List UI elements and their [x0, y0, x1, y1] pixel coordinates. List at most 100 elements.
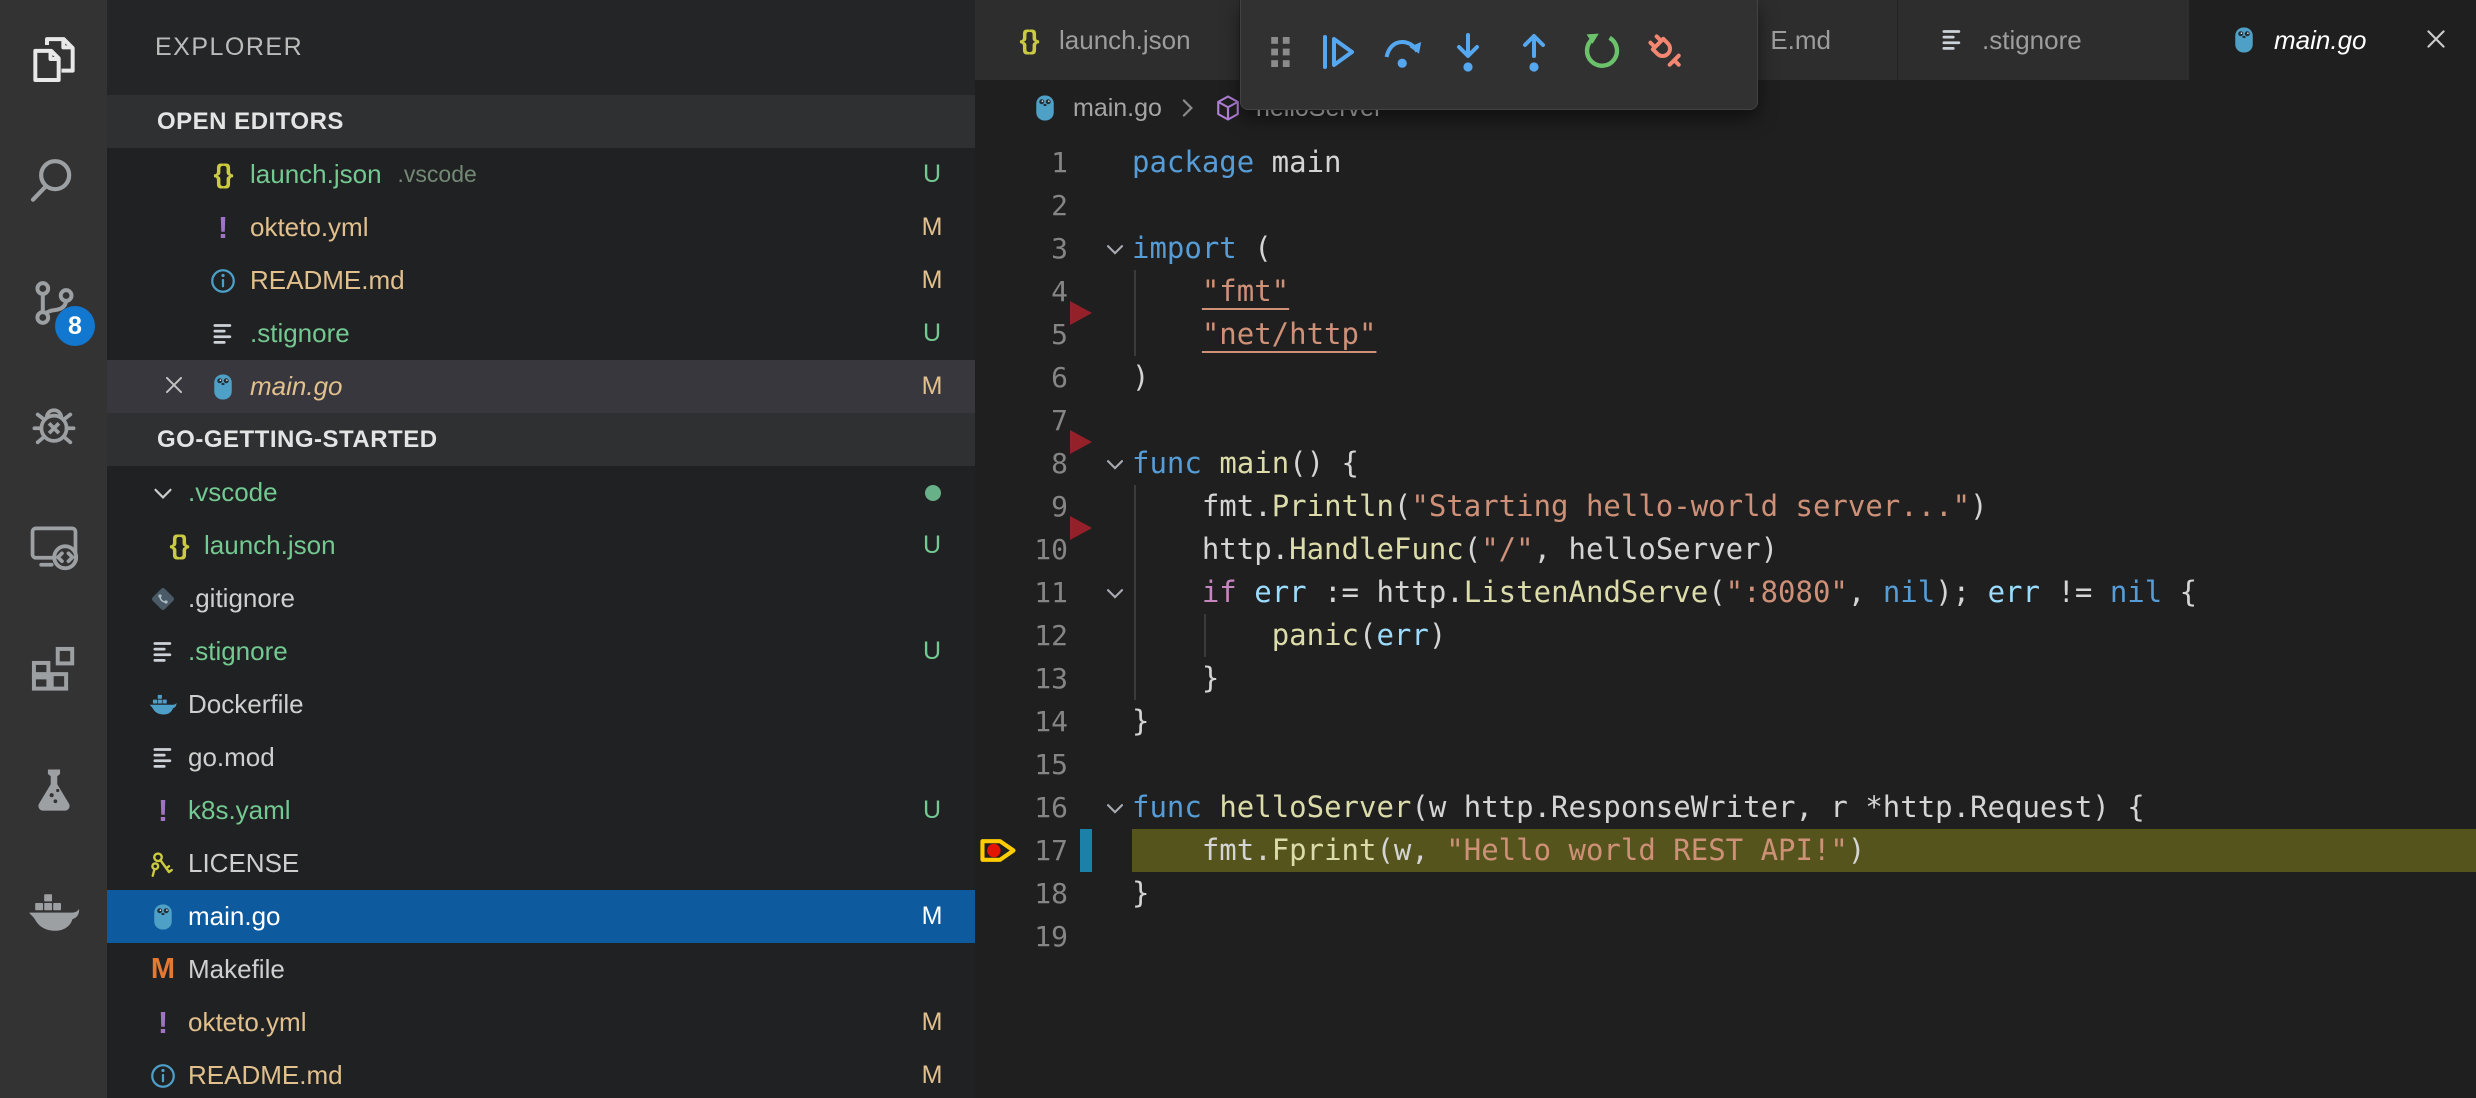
fold-indicator[interactable]: [1098, 786, 1132, 829]
file-icon: {}: [206, 158, 240, 192]
glyph-margin[interactable]: [975, 743, 1023, 786]
tree-item-.vscode[interactable]: .vscode: [107, 466, 975, 519]
tree-item-Makefile[interactable]: MMakefile: [107, 943, 975, 996]
tab-main-go[interactable]: main.go: [2190, 0, 2476, 80]
activity-item-testing[interactable]: [0, 732, 107, 854]
code-line-9[interactable]: 9 fmt.Println("Starting hello-world serv…: [975, 485, 2476, 528]
line-number: 9: [1023, 490, 1068, 523]
code-line-18[interactable]: 18}: [975, 872, 2476, 915]
glyph-margin[interactable]: [975, 141, 1023, 184]
restart-button[interactable]: [1567, 16, 1633, 88]
vscode-window: 8 EXPLORER OPEN EDITORS {}launch.json.vs…: [0, 0, 2476, 1098]
glyph-margin[interactable]: [975, 313, 1023, 356]
glyph-margin[interactable]: [975, 829, 1023, 872]
glyph-margin[interactable]: [975, 485, 1023, 528]
code-line-10[interactable]: 10 http.HandleFunc("/", helloServer): [975, 528, 2476, 571]
step-over-button[interactable]: [1369, 16, 1435, 88]
file-suffix: .vscode: [398, 161, 477, 188]
drag-handle[interactable]: [1257, 16, 1303, 88]
tree-item-README.md[interactable]: README.mdM: [107, 1049, 975, 1098]
fold-indicator[interactable]: [1098, 227, 1132, 270]
code-line-8[interactable]: 8func main() {: [975, 442, 2476, 485]
code-line-12[interactable]: 12 panic(err): [975, 614, 2476, 657]
glyph-margin[interactable]: [975, 657, 1023, 700]
file-icon: [148, 635, 178, 669]
glyph-margin[interactable]: [975, 614, 1023, 657]
close-icon[interactable]: [2422, 25, 2452, 55]
open-editor-.stignore[interactable]: .stignoreU: [107, 307, 975, 360]
glyph-margin[interactable]: [975, 915, 1023, 958]
code-line-15[interactable]: 15: [975, 743, 2476, 786]
git-gutter: [1068, 528, 1098, 571]
tree-item-main.go[interactable]: main.goM: [107, 890, 975, 943]
code-line-11[interactable]: 11 if err := http.ListenAndServe(":8080"…: [975, 571, 2476, 614]
code-token: (w http.ResponseWriter, r *http.Request)…: [1411, 790, 2144, 824]
workspace-header[interactable]: GO-GETTING-STARTED: [107, 413, 975, 466]
glyph-margin[interactable]: [975, 700, 1023, 743]
step-into-button[interactable]: [1435, 16, 1501, 88]
breadcrumb-file[interactable]: main.go: [1073, 94, 1162, 123]
glyph-margin[interactable]: [975, 270, 1023, 313]
glyph-margin[interactable]: [975, 872, 1023, 915]
code-line-2[interactable]: 2: [975, 184, 2476, 227]
file-label: launch.json: [250, 159, 382, 190]
code-line-19[interactable]: 19: [975, 915, 2476, 958]
code-line-5[interactable]: 5 "net/http": [975, 313, 2476, 356]
open-editors-header[interactable]: OPEN EDITORS: [107, 95, 975, 148]
code-line-7[interactable]: 7: [975, 399, 2476, 442]
glyph-margin[interactable]: [975, 442, 1023, 485]
line-number: 3: [1023, 232, 1068, 265]
activity-item-run-and-debug[interactable]: [0, 366, 107, 488]
activity-item-extensions[interactable]: [0, 610, 107, 732]
code-line-3[interactable]: 3import (: [975, 227, 2476, 270]
code-token: "Starting hello-world server...": [1411, 489, 1970, 523]
open-editor-README.md[interactable]: README.mdM: [107, 254, 975, 307]
glyph-margin[interactable]: [975, 184, 1023, 227]
tree-item-go.mod[interactable]: go.mod: [107, 731, 975, 784]
tree-item-.stignore[interactable]: .stignoreU: [107, 625, 975, 678]
fold-indicator[interactable]: [1098, 442, 1132, 485]
code-line-16[interactable]: 16func helloServer(w http.ResponseWriter…: [975, 786, 2476, 829]
file-icon: [148, 582, 178, 616]
glyph-margin[interactable]: [975, 528, 1023, 571]
glyph-margin[interactable]: [975, 571, 1023, 614]
continue-button[interactable]: [1303, 16, 1369, 88]
glyph-margin[interactable]: [975, 399, 1023, 442]
tree-item-Dockerfile[interactable]: Dockerfile: [107, 678, 975, 731]
tab-stignore[interactable]: .stignore: [1898, 0, 2190, 80]
tree-item-launch.json[interactable]: {}launch.jsonU: [107, 519, 975, 572]
activity-item-explorer[interactable]: [0, 0, 107, 122]
git-gutter: [1068, 614, 1098, 657]
activity-item-remote-explorer[interactable]: [0, 488, 107, 610]
code-line-14[interactable]: 14}: [975, 700, 2476, 743]
glyph-margin[interactable]: [975, 356, 1023, 399]
code-line-17[interactable]: 17 fmt.Fprint(w, "Hello world REST API!"…: [975, 829, 2476, 872]
open-editor-launch.json[interactable]: {}launch.json.vscodeU: [107, 148, 975, 201]
tree-item-k8s.yaml[interactable]: !k8s.yamlU: [107, 784, 975, 837]
code-line-4[interactable]: 4 "fmt": [975, 270, 2476, 313]
code-line-6[interactable]: 6): [975, 356, 2476, 399]
activity-item-search[interactable]: [0, 122, 107, 244]
code-line-13[interactable]: 13 }: [975, 657, 2476, 700]
tab-launch-json[interactable]: {}launch.json: [975, 0, 1240, 80]
disconnect-button[interactable]: [1633, 16, 1699, 88]
git-gutter: [1068, 356, 1098, 399]
step-out-button[interactable]: [1501, 16, 1567, 88]
code-editor[interactable]: 1package main23import (4 "fmt"5 "net/htt…: [975, 136, 2476, 1098]
activity-item-docker[interactable]: [0, 854, 107, 976]
activity-item-source-control[interactable]: 8: [0, 244, 107, 366]
glyph-margin[interactable]: [975, 227, 1023, 270]
open-editor-okteto.yml[interactable]: !okteto.ymlM: [107, 201, 975, 254]
step-into-button-icon: [1444, 28, 1492, 76]
open-editor-main.go[interactable]: main.goM: [107, 360, 975, 413]
tree-item-.gitignore[interactable]: .gitignore: [107, 572, 975, 625]
code-token: (: [1708, 575, 1725, 609]
fold-indicator[interactable]: [1098, 571, 1132, 614]
glyph-margin[interactable]: [975, 786, 1023, 829]
code-line-1[interactable]: 1package main: [975, 141, 2476, 184]
tree-item-okteto.yml[interactable]: !okteto.ymlM: [107, 996, 975, 1049]
close-icon[interactable]: [161, 372, 191, 402]
git-status-badge: M: [917, 1008, 947, 1037]
code-token: );: [1935, 575, 1987, 609]
tree-item-LICENSE[interactable]: LICENSE: [107, 837, 975, 890]
